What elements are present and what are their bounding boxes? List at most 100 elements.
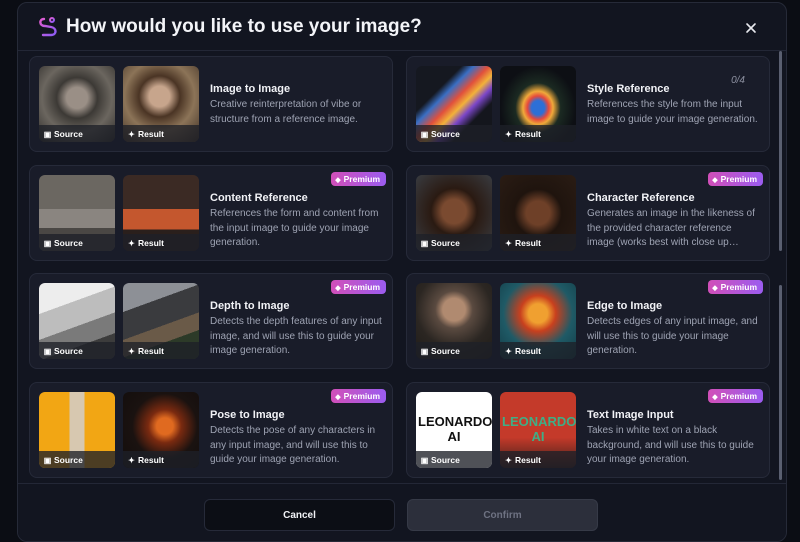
premium-label: Premium bbox=[343, 391, 380, 401]
premium-badge: ◆ Premium bbox=[708, 172, 763, 186]
source-thumbnail: ▣ Source bbox=[416, 66, 492, 142]
source-caption: ▣ Source bbox=[416, 125, 492, 142]
gem-icon: ◆ bbox=[335, 285, 341, 292]
card-title: Edge to Image bbox=[587, 300, 663, 312]
result-label: Result bbox=[138, 238, 164, 248]
card-description: Takes in white text on a black backgroun… bbox=[587, 425, 754, 465]
source-label: Source bbox=[431, 129, 460, 139]
image-icon: ▣ bbox=[43, 347, 52, 356]
sparkle-icon: ✦ bbox=[128, 239, 135, 248]
gem-icon: ◆ bbox=[335, 177, 341, 184]
use-image-dialog: How would you like to use your image? ▣ S… bbox=[17, 2, 787, 542]
card-title: Style Reference bbox=[587, 83, 670, 95]
source-caption: ▣ Source bbox=[39, 451, 115, 468]
premium-badge: ◆ Premium bbox=[708, 389, 763, 403]
result-label: Result bbox=[138, 346, 164, 356]
image-icon: ▣ bbox=[43, 130, 52, 139]
result-thumbnail: ✦ Result bbox=[123, 392, 199, 468]
reference-count: 0/4 bbox=[731, 75, 745, 86]
premium-label: Premium bbox=[720, 391, 757, 401]
result-thumbnail: ✦ Result bbox=[500, 66, 576, 142]
result-label: Result bbox=[515, 129, 541, 139]
premium-label: Premium bbox=[720, 174, 757, 184]
option-card-pose-to-image[interactable]: ◆ Premium ▣ Source ✦ Result Pose to Image D… bbox=[29, 382, 393, 478]
dialog-title: How would you like to use your image? bbox=[66, 16, 422, 37]
premium-badge: ◆ Premium bbox=[331, 280, 386, 294]
option-card-image-to-image[interactable]: ▣ Source ✦ Result Image to Image Creative … bbox=[29, 56, 393, 152]
option-card-character-reference[interactable]: ◆ Premium ▣ Source ✦ Result Character Refer… bbox=[406, 165, 770, 261]
option-card-style-reference[interactable]: ▣ Source ✦ Result Style Reference 0/4 Refe… bbox=[406, 56, 770, 152]
source-label: Source bbox=[54, 129, 83, 139]
source-thumbnail: ▣ Source bbox=[39, 66, 115, 142]
premium-label: Premium bbox=[343, 282, 380, 292]
scrollbar[interactable] bbox=[779, 51, 782, 251]
source-thumbnail: ▣ Source bbox=[416, 175, 492, 251]
result-label: Result bbox=[138, 129, 164, 139]
source-caption: ▣ Source bbox=[39, 342, 115, 359]
source-caption: ▣ Source bbox=[39, 125, 115, 142]
source-thumbnail: ▣ Source bbox=[39, 175, 115, 251]
confirm-button[interactable]: Confirm bbox=[407, 499, 598, 531]
result-thumbnail: ✦ Result bbox=[123, 66, 199, 142]
image-icon: ▣ bbox=[420, 239, 429, 248]
dialog-footer: Cancel Confirm bbox=[18, 483, 786, 541]
source-label: Source bbox=[431, 455, 460, 465]
premium-label: Premium bbox=[720, 282, 757, 292]
result-caption: ✦ Result bbox=[123, 234, 199, 251]
scrollbar-thumb[interactable] bbox=[779, 285, 782, 480]
source-label: Source bbox=[431, 238, 460, 248]
card-description: Detects the depth features of any input … bbox=[210, 316, 382, 356]
result-label: Result bbox=[138, 455, 164, 465]
card-title: Content Reference bbox=[210, 192, 308, 204]
source-thumbnail: ▣ Source bbox=[416, 283, 492, 359]
gem-icon: ◆ bbox=[335, 394, 341, 401]
gem-icon: ◆ bbox=[712, 177, 718, 184]
gem-icon: ◆ bbox=[712, 394, 718, 401]
source-label: Source bbox=[54, 238, 83, 248]
source-thumbnail: ▣ Source bbox=[39, 283, 115, 359]
result-thumbnail: LEONARDO AI ✦ Result bbox=[500, 392, 576, 468]
card-title: Image to Image bbox=[210, 83, 291, 95]
result-label: Result bbox=[515, 346, 541, 356]
image-icon: ▣ bbox=[43, 239, 52, 248]
option-card-content-reference[interactable]: ◆ Premium ▣ Source ✦ Result Content Referen… bbox=[29, 165, 393, 261]
card-title: Depth to Image bbox=[210, 300, 290, 312]
source-thumbnail-text: LEONARDO AI bbox=[418, 414, 492, 444]
source-label: Source bbox=[431, 346, 460, 356]
leonardo-logo-icon bbox=[39, 17, 57, 37]
result-caption: ✦ Result bbox=[123, 342, 199, 359]
card-title: Pose to Image bbox=[210, 409, 285, 421]
result-caption: ✦ Result bbox=[500, 125, 576, 142]
result-thumbnail: ✦ Result bbox=[123, 175, 199, 251]
source-caption: ▣ Source bbox=[39, 234, 115, 251]
card-description: Detects the pose of any characters in an… bbox=[210, 425, 376, 465]
option-card-edge-to-image[interactable]: ◆ Premium ▣ Source ✦ Result Edge to Image D… bbox=[406, 273, 770, 369]
premium-badge: ◆ Premium bbox=[331, 172, 386, 186]
source-caption: ▣ Source bbox=[416, 451, 492, 468]
result-thumbnail-text: LEONARDO AI bbox=[502, 414, 576, 444]
card-title: Character Reference bbox=[587, 192, 695, 204]
image-icon: ▣ bbox=[420, 347, 429, 356]
sparkle-icon: ✦ bbox=[505, 347, 512, 356]
sparkle-icon: ✦ bbox=[128, 456, 135, 465]
result-caption: ✦ Result bbox=[500, 234, 576, 251]
result-caption: ✦ Result bbox=[123, 451, 199, 468]
option-card-text-image-input[interactable]: ◆ Premium LEONARDO AI ▣ Source LEONARDO AI… bbox=[406, 382, 770, 478]
dialog-header: How would you like to use your image? bbox=[18, 3, 786, 51]
image-icon: ▣ bbox=[43, 456, 52, 465]
cancel-button[interactable]: Cancel bbox=[204, 499, 395, 531]
source-label: Source bbox=[54, 346, 83, 356]
image-icon: ▣ bbox=[420, 130, 429, 139]
result-caption: ✦ Result bbox=[500, 451, 576, 468]
result-thumbnail: ✦ Result bbox=[500, 175, 576, 251]
card-description: References the form and content from the… bbox=[210, 208, 379, 248]
sparkle-icon: ✦ bbox=[505, 456, 512, 465]
source-label: Source bbox=[54, 455, 83, 465]
result-caption: ✦ Result bbox=[500, 342, 576, 359]
sparkle-icon: ✦ bbox=[128, 347, 135, 356]
option-card-depth-to-image[interactable]: ◆ Premium ▣ Source ✦ Result Depth to Image … bbox=[29, 273, 393, 369]
close-icon[interactable] bbox=[744, 21, 758, 35]
result-label: Result bbox=[515, 238, 541, 248]
result-thumbnail: ✦ Result bbox=[123, 283, 199, 359]
sparkle-icon: ✦ bbox=[505, 130, 512, 139]
